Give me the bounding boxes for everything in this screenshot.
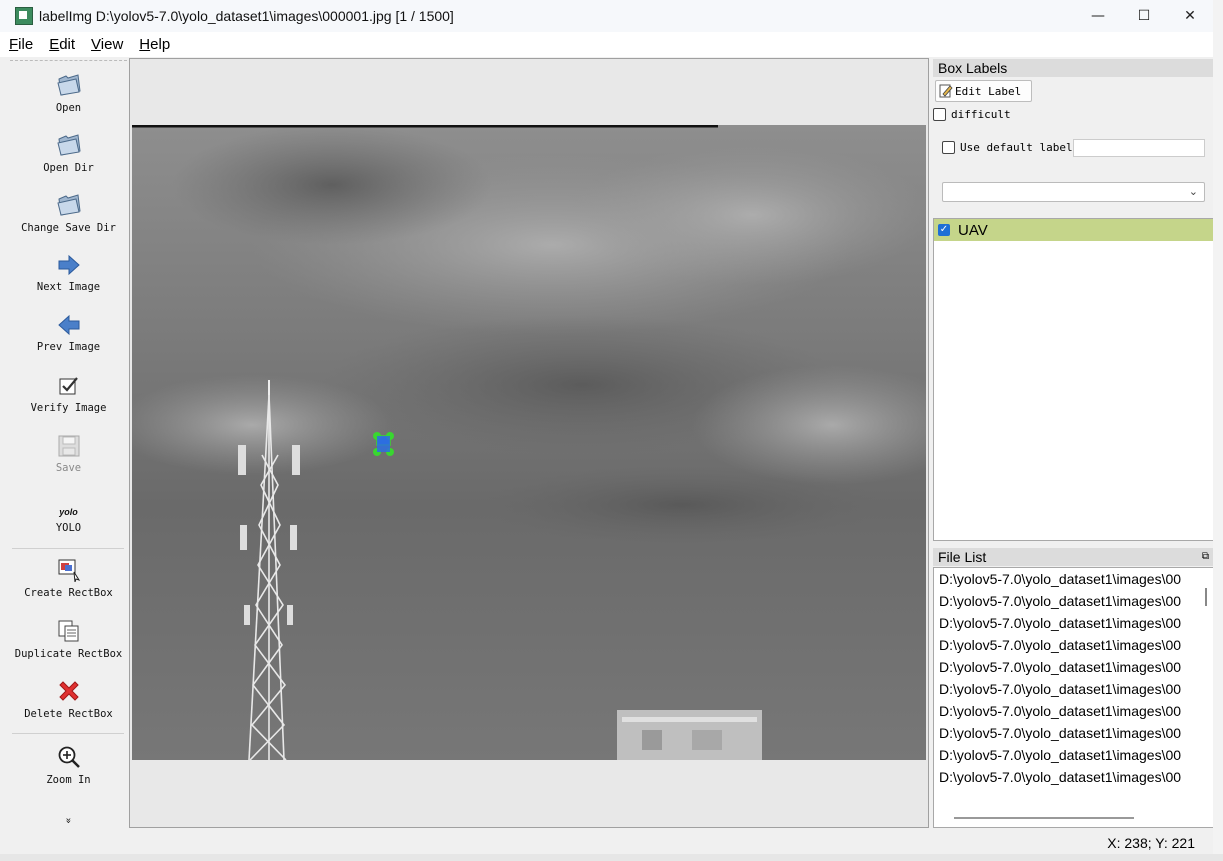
float-dock-icon[interactable]: ⧉ bbox=[1202, 548, 1209, 566]
chevron-down-icon: ⌄ bbox=[1188, 185, 1198, 198]
save-button[interactable]: Save bbox=[10, 427, 127, 474]
difficult-checkbox-row[interactable]: difficult bbox=[933, 108, 1011, 121]
menu-help[interactable]: Help bbox=[130, 36, 177, 53]
copy-icon bbox=[58, 620, 78, 642]
checkbox-checked-icon[interactable]: ✓ bbox=[938, 224, 950, 236]
next-image-button[interactable]: Next Image bbox=[10, 246, 127, 293]
background-taskbar-edge bbox=[0, 854, 1223, 861]
prev-image-button[interactable]: Prev Image bbox=[10, 306, 127, 353]
menu-edit[interactable]: Edit bbox=[40, 36, 82, 53]
vertical-scrollbar[interactable] bbox=[1205, 588, 1207, 606]
delete-x-icon bbox=[58, 681, 79, 701]
tool-bar: Open Open Dir Change Save Dir Next Image… bbox=[10, 60, 127, 829]
open-button[interactable]: Open bbox=[10, 67, 127, 114]
menu-bar: File Edit View Help bbox=[0, 32, 1213, 57]
status-bar: X: 238; Y: 221 bbox=[0, 832, 1213, 854]
delete-rectbox-button[interactable]: Delete RectBox bbox=[10, 673, 127, 720]
file-list-item[interactable]: D:\yolov5-7.0\yolo_dataset1\images\00 bbox=[934, 766, 1197, 788]
file-list-item[interactable]: D:\yolov5-7.0\yolo_dataset1\images\00 bbox=[934, 700, 1197, 722]
menu-view[interactable]: View bbox=[82, 36, 130, 53]
window-title: labelImg D:\yolov5-7.0\yolo_dataset1\ima… bbox=[39, 8, 454, 24]
background-window-edge bbox=[1213, 0, 1223, 861]
duplicate-rectbox-button[interactable]: Duplicate RectBox bbox=[10, 613, 127, 660]
create-rectbox-button[interactable]: Create RectBox bbox=[10, 552, 127, 599]
title-bar: labelImg D:\yolov5-7.0\yolo_dataset1\ima… bbox=[0, 0, 1213, 32]
verify-image-button[interactable]: Verify Image bbox=[10, 367, 127, 414]
label-item-uav[interactable]: ✓ UAV bbox=[934, 219, 1213, 241]
checkbox-checked-icon bbox=[59, 377, 78, 395]
file-list[interactable]: D:\yolov5-7.0\yolo_dataset1\images\00 D:… bbox=[933, 567, 1214, 828]
menu-file[interactable]: File bbox=[0, 36, 40, 53]
open-dir-button[interactable]: Open Dir bbox=[10, 127, 127, 174]
change-save-dir-button[interactable]: Change Save Dir bbox=[10, 187, 127, 234]
arrow-right-icon bbox=[58, 254, 80, 276]
file-list-item[interactable]: D:\yolov5-7.0\yolo_dataset1\images\00 bbox=[934, 656, 1197, 678]
window-controls: — ☐ ✕ bbox=[1075, 0, 1213, 32]
yolo-icon: yolo bbox=[59, 507, 78, 517]
folder-open-icon bbox=[56, 134, 81, 156]
file-list-item[interactable]: D:\yolov5-7.0\yolo_dataset1\images\00 bbox=[934, 590, 1197, 612]
label-list[interactable]: ✓ UAV bbox=[933, 218, 1214, 541]
create-rect-icon bbox=[58, 559, 80, 582]
labelimg-app-icon bbox=[15, 7, 33, 25]
file-list-item[interactable]: D:\yolov5-7.0\yolo_dataset1\images\00 bbox=[934, 722, 1197, 744]
file-list-item[interactable]: D:\yolov5-7.0\yolo_dataset1\images\00 bbox=[934, 678, 1197, 700]
toolbar-separator bbox=[12, 733, 124, 734]
toolbar-separator bbox=[12, 548, 124, 549]
file-list-item[interactable]: D:\yolov5-7.0\yolo_dataset1\images\00 bbox=[934, 744, 1197, 766]
yolo-format-button[interactable]: yolo YOLO bbox=[10, 487, 127, 534]
box-labels-title: Box Labels bbox=[933, 59, 1215, 77]
close-button[interactable]: ✕ bbox=[1167, 0, 1213, 32]
use-default-label-checkbox[interactable] bbox=[942, 141, 955, 154]
difficult-checkbox[interactable] bbox=[933, 108, 946, 121]
toolbar-more-chevron-icon[interactable]: » bbox=[63, 815, 74, 827]
edit-label-button[interactable]: Edit Label bbox=[935, 80, 1032, 102]
file-list-item[interactable]: D:\yolov5-7.0\yolo_dataset1\images\00 bbox=[934, 634, 1197, 656]
file-list-title: File List ⧉ bbox=[933, 548, 1215, 566]
file-list-item[interactable]: D:\yolov5-7.0\yolo_dataset1\images\00 bbox=[934, 612, 1197, 634]
label-combo-box[interactable]: ⌄ bbox=[942, 182, 1205, 202]
edit-pencil-icon bbox=[939, 84, 953, 98]
grayscale-sky-tower-image bbox=[132, 125, 926, 760]
arrow-left-icon bbox=[57, 314, 79, 336]
default-label-input[interactable] bbox=[1073, 139, 1205, 157]
zoom-in-button[interactable]: Zoom In bbox=[10, 739, 127, 786]
folder-open-icon bbox=[56, 194, 81, 216]
floppy-disk-icon bbox=[58, 435, 79, 457]
horizontal-scrollbar[interactable] bbox=[954, 817, 1134, 819]
maximize-button[interactable]: ☐ bbox=[1121, 0, 1167, 32]
folder-open-icon bbox=[56, 74, 81, 96]
minimize-button[interactable]: — bbox=[1075, 0, 1121, 32]
use-default-label-row[interactable]: Use default label bbox=[942, 141, 1073, 154]
file-list-item[interactable]: D:\yolov5-7.0\yolo_dataset1\images\00 bbox=[934, 568, 1197, 590]
zoom-in-icon bbox=[58, 746, 80, 768]
annotated-image[interactable] bbox=[132, 125, 926, 760]
cursor-coordinates: X: 238; Y: 221 bbox=[1107, 835, 1195, 851]
